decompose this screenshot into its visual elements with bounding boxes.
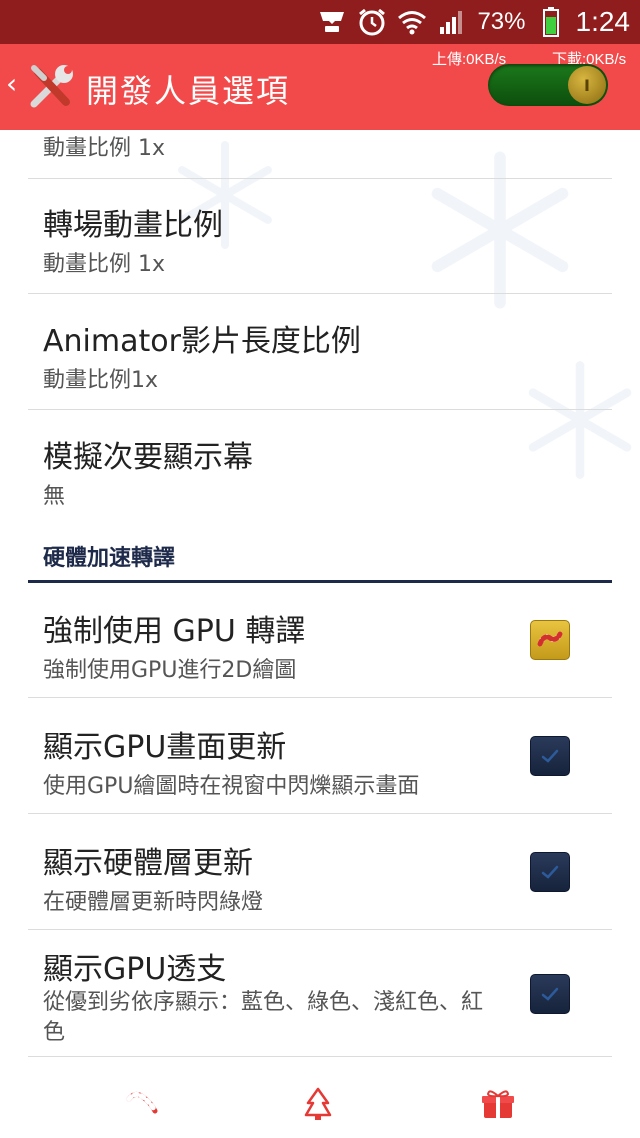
list-item[interactable]: Animator影片長度比例 動畫比例1x — [28, 294, 612, 410]
list-item[interactable]: 顯示GPU透支 從優到劣依序顯示：藍色、綠色、淺紅色、紅色 — [28, 930, 612, 1057]
pref-title: 顯示硬體層更新 — [43, 846, 253, 881]
pref-title: 顯示GPU透支 — [43, 952, 227, 987]
wifi-icon — [397, 7, 427, 37]
category-header: 硬體加速轉譯 — [28, 528, 612, 583]
pref-summary: 無 — [43, 484, 66, 509]
back-chevron-icon[interactable]: ‹ — [6, 70, 17, 98]
toggle-knob: I — [568, 66, 606, 104]
pref-title: 顯示GPU畫面更新 — [43, 730, 287, 765]
pref-title: 強制使用 GPU 轉譯 — [43, 614, 306, 649]
pref-summary: 從優到劣依序顯示：藍色、綠色、淺紅色、紅色 — [43, 990, 484, 1045]
list-item[interactable]: 模擬次要顯示幕 無 — [28, 410, 612, 528]
tools-icon[interactable] — [26, 62, 78, 114]
battery-percent: 73% — [477, 8, 526, 35]
action-bar: ‹ 開發人員選項 上傳:0KB/s 下載:0KB/s I — [0, 44, 640, 130]
pref-title: Animator影片長度比例 — [43, 324, 361, 359]
pref-title: 模擬次要顯示幕 — [43, 440, 253, 475]
preferences-list[interactable]: 動畫比例 1x 轉場動畫比例 動畫比例 1x Animator影片長度比例 動畫… — [0, 130, 640, 1070]
gift-icon[interactable] — [478, 1084, 518, 1124]
clock: 1:24 — [575, 6, 631, 37]
category-label: 硬體加速轉譯 — [43, 546, 176, 571]
pref-summary: 使用GPU繪圖時在視窗中閃爍顯示畫面 — [43, 774, 420, 799]
developer-options-toggle[interactable]: I — [488, 64, 608, 106]
candy-cane-icon — [537, 631, 563, 647]
checkbox-unchecked[interactable] — [530, 852, 570, 892]
checkbox-checked[interactable] — [530, 620, 570, 660]
pref-summary: 動畫比例 1x — [43, 252, 166, 277]
check-mark-icon — [541, 987, 559, 1001]
bottom-nav — [0, 1070, 640, 1138]
alarm-icon — [357, 7, 387, 37]
list-item[interactable]: 強制使用 GPU 轉譯 強制使用GPU進行2D繪圖 — [28, 582, 612, 698]
signal-icon — [437, 7, 467, 37]
pref-summary: 動畫比例 1x — [43, 136, 166, 161]
check-mark-icon — [541, 749, 559, 763]
pref-summary: 動畫比例1x — [43, 368, 159, 393]
checkbox-unchecked[interactable] — [530, 974, 570, 1014]
list-item[interactable]: 動畫比例 1x — [28, 130, 612, 179]
check-mark-icon — [541, 865, 559, 879]
candy-cane-icon[interactable] — [122, 1084, 162, 1124]
page-title: 開發人員選項 — [86, 72, 291, 110]
status-icons: 73% 1:24 — [317, 0, 630, 44]
notification-icon — [317, 7, 347, 37]
checkbox-unchecked[interactable] — [530, 736, 570, 776]
list-item[interactable]: 轉場動畫比例 動畫比例 1x — [28, 178, 612, 294]
list-item[interactable]: 顯示硬體層更新 在硬體層更新時閃綠燈 — [28, 814, 612, 930]
christmas-tree-icon[interactable] — [298, 1084, 338, 1124]
list-item[interactable]: 顯示GPU畫面更新 使用GPU繪圖時在視窗中閃爍顯示畫面 — [28, 698, 612, 814]
status-bar: 73% 1:24 — [0, 0, 640, 44]
pref-summary: 強制使用GPU進行2D繪圖 — [43, 658, 297, 683]
battery-icon — [536, 7, 566, 37]
upload-speed: 上傳:0KB/s — [432, 51, 507, 68]
pref-summary: 在硬體層更新時閃綠燈 — [43, 890, 264, 915]
pref-title: 轉場動畫比例 — [43, 208, 223, 243]
